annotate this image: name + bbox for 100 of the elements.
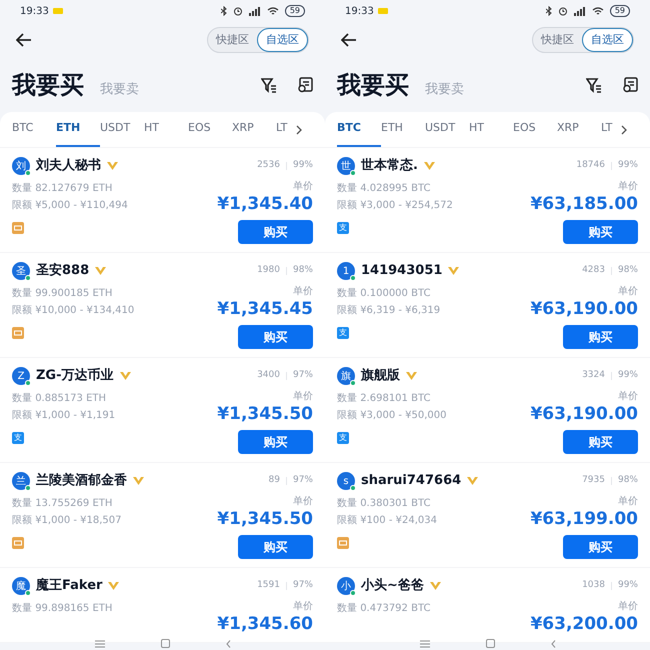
limit-text: 限额 ¥1,000 - ¥18,507 [12, 514, 122, 528]
coin-tab[interactable]: ETH [381, 112, 425, 147]
completion-rate: 97% [292, 369, 313, 382]
signal-icon [574, 6, 586, 16]
coin-tab[interactable]: LT [276, 112, 320, 147]
limit-text: 限额 ¥100 - ¥24,034 [337, 514, 437, 528]
vip-badge-icon [133, 477, 144, 485]
bank-card-icon [337, 537, 349, 549]
completion-rate: 99% [292, 159, 313, 172]
trade-count: 1038 [582, 579, 605, 592]
vip-badge-icon [120, 372, 130, 380]
menu-icon[interactable] [94, 640, 104, 648]
chevron-right-icon[interactable] [621, 124, 628, 134]
unit-price: ¥1,345.50 [217, 404, 313, 424]
vip-badge-icon [424, 162, 435, 170]
buy-button[interactable]: 购买 [238, 535, 313, 559]
unit-price: ¥63,200.00 [530, 614, 638, 634]
unit-price-label: 单价 [293, 180, 313, 194]
unit-price: ¥1,345.45 [217, 299, 313, 319]
buy-button[interactable]: 购买 [238, 220, 313, 244]
back-arrow-icon[interactable] [341, 33, 357, 47]
coin-tab[interactable]: EOS [513, 112, 557, 147]
merchant-name: 世本常态. [361, 157, 418, 176]
merchant-name: 小头~爸爸 [361, 577, 424, 596]
limit-text: 限额 ¥1,000 - ¥1,191 [12, 408, 116, 423]
merchant-name: 魔王Faker [36, 576, 102, 596]
back-chevron-icon[interactable] [550, 640, 556, 648]
completion-rate: 98% [618, 264, 638, 278]
home-square-icon[interactable] [160, 639, 170, 648]
unit-price-label: 单价 [618, 180, 638, 194]
buy-button[interactable]: 购买 [238, 325, 313, 349]
coin-tab[interactable]: HT [144, 112, 188, 147]
coin-tab[interactable]: XRP [557, 112, 601, 147]
unit-price-label: 单价 [618, 495, 638, 509]
quantity-text: 数量 13.755269 ETH [12, 497, 114, 511]
vip-badge-icon [108, 582, 120, 590]
merchant-name: ZG-万达币业 [36, 366, 114, 386]
signal-icon [248, 6, 261, 16]
vip-badge-icon [406, 372, 417, 380]
orders-icon[interactable] [622, 77, 638, 93]
view-toggle-option[interactable]: 快捷区 [533, 28, 582, 52]
view-toggle-option[interactable]: 自选区 [257, 28, 308, 52]
merchant-name: sharui747664 [361, 472, 462, 490]
unit-price-label: 单价 [293, 390, 313, 404]
trade-count: 1980 [257, 264, 280, 278]
clock-time: 19:33 [345, 4, 374, 18]
trade-count: 3400 [257, 369, 280, 382]
bank-card-icon [12, 222, 24, 234]
unit-price: ¥63,199.00 [530, 509, 638, 529]
wifi-icon [266, 6, 279, 16]
view-toggle-option[interactable]: 快捷区 [208, 28, 257, 52]
bluetooth-icon [220, 6, 227, 16]
buy-button[interactable]: 购买 [563, 220, 638, 244]
coin-tab[interactable]: BTC [12, 112, 56, 147]
battery-indicator: 59 [284, 5, 305, 17]
limit-text: 限额 ¥5,000 - ¥110,494 [12, 198, 128, 213]
mode-tab[interactable]: 我要买 [12, 67, 84, 103]
quantity-text: 数量 4.028995 BTC [337, 182, 432, 196]
coin-tab[interactable]: LT [601, 112, 645, 147]
completion-rate: 99% [618, 159, 638, 172]
chevron-right-icon[interactable] [296, 124, 303, 134]
filter-icon[interactable] [586, 77, 602, 93]
quantity-text: 数量 2.698101 BTC [337, 392, 432, 406]
quantity-text: 数量 99.898165 ETH [12, 602, 112, 616]
vip-badge-icon [467, 477, 478, 485]
unit-price-label: 单价 [618, 390, 638, 404]
buy-button[interactable]: 购买 [238, 430, 313, 454]
quantity-text: 数量 0.100000 BTC [337, 287, 432, 301]
buy-button[interactable]: 购买 [563, 430, 638, 454]
coin-tab[interactable]: HT [469, 112, 513, 147]
unit-price: ¥63,190.00 [530, 299, 638, 319]
vip-badge-icon [95, 267, 106, 275]
alipay-icon: 支 [337, 222, 349, 234]
buy-button[interactable]: 购买 [563, 535, 638, 559]
completion-rate: 99% [618, 369, 638, 382]
coin-tab[interactable]: XRP [232, 112, 276, 147]
back-chevron-icon[interactable] [226, 640, 230, 648]
back-arrow-icon[interactable] [16, 33, 32, 47]
coin-tab[interactable]: EOS [188, 112, 232, 147]
trade-count: 4283 [582, 264, 605, 278]
merchant-name: 刘夫人秘书 [36, 156, 101, 176]
unit-price-label: 单价 [293, 285, 313, 299]
filter-icon[interactable] [261, 77, 277, 93]
coin-tab[interactable]: USDT [425, 112, 469, 147]
mode-tab[interactable]: 我要买 [337, 67, 409, 103]
clock-time: 19:33 [20, 4, 49, 18]
vip-badge-icon [107, 162, 118, 170]
orders-icon[interactable] [297, 77, 313, 93]
notification-icon [378, 8, 388, 14]
notification-icon [52, 8, 63, 14]
wifi-icon [592, 6, 604, 16]
completion-rate: 99% [618, 579, 638, 592]
unit-price-label: 单价 [293, 600, 313, 614]
view-toggle-option[interactable]: 自选区 [582, 28, 633, 52]
merchant-name: 圣安888 [36, 262, 90, 280]
menu-icon[interactable] [420, 640, 430, 648]
home-square-icon[interactable] [486, 639, 494, 648]
buy-button[interactable]: 购买 [563, 325, 638, 349]
limit-text: 限额 ¥6,319 - ¥6,319 [337, 304, 440, 318]
coin-tab[interactable]: USDT [100, 112, 144, 147]
